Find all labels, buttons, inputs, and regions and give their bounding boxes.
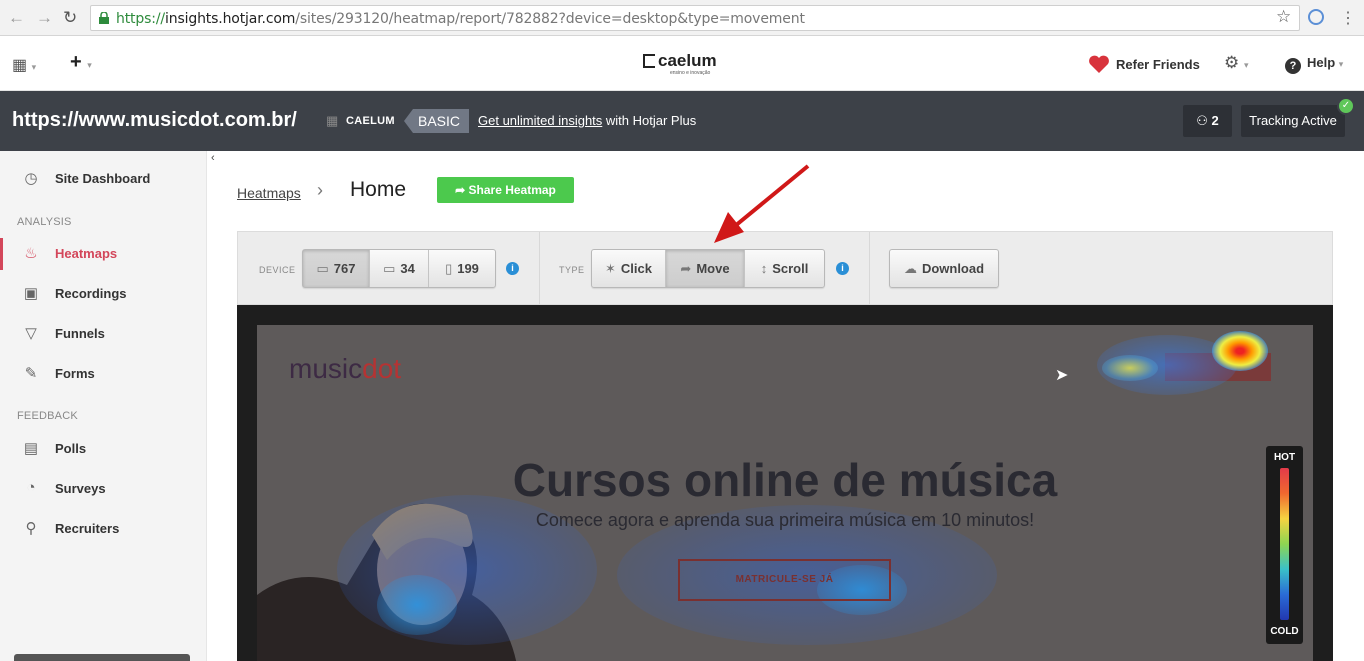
device-label: DEVICE [259, 265, 296, 275]
app-header: ▦ ▾ + ▾ caelum ensino e inovação Refer F… [0, 37, 1364, 91]
legend-cold-label: COLD [1270, 626, 1299, 637]
add-icon[interactable]: + ▾ [70, 51, 92, 74]
section-analysis: ANALYSIS [17, 216, 72, 228]
back-icon[interactable]: ← [8, 8, 25, 28]
flame-icon: ♨ [24, 245, 38, 262]
share-icon: ➦ [455, 183, 466, 197]
building-icon: ▦ [326, 113, 339, 128]
tracking-status-button[interactable]: Tracking Active [1241, 105, 1345, 137]
type-info-icon[interactable]: i [836, 262, 849, 275]
desktop-icon: ▭ [316, 261, 329, 276]
heat-blob [377, 575, 457, 635]
org-name: CAELUM [346, 115, 395, 127]
cursor-move-icon: ➦ [680, 261, 692, 276]
help-icon: ? [1285, 58, 1301, 74]
browser-toolbar: ← → ↻ https://insights.hotjar.com/sites/… [0, 0, 1364, 36]
help-button[interactable]: ? Help ▾ [1285, 55, 1343, 74]
musicdot-logo: musicdot [289, 353, 402, 384]
device-info-icon[interactable]: i [506, 262, 519, 275]
site-bar: https://www.musicdot.com.br/ ▦ CAELUM BA… [0, 91, 1364, 151]
hero-cta-button: MATRICULE-SE JÁ [678, 559, 891, 601]
mouse-cursor-icon: ➤ [1055, 367, 1069, 384]
click-icon: ✶ [605, 261, 616, 276]
site-url[interactable]: https://www.musicdot.com.br/ [12, 109, 297, 132]
forward-icon[interactable]: → [36, 8, 53, 28]
video-camera-icon: ▣ [23, 285, 39, 302]
logo-tagline: ensino e inovação [670, 70, 711, 76]
sidebar: ◷ Site Dashboard ANALYSIS ♨ Heatmaps ▣ R… [0, 151, 207, 661]
tablet-icon: ▭ [383, 261, 396, 276]
menu-icon[interactable]: ⋮ [1340, 8, 1356, 28]
bar-chart-icon: ▤ [23, 440, 39, 457]
mobile-device-button[interactable]: ▯ 199 [429, 250, 495, 287]
click-type-button[interactable]: ✶ Click [592, 250, 666, 287]
legend-hot-label: HOT [1273, 452, 1296, 463]
move-type-button[interactable]: ➦ Move [666, 250, 745, 287]
form-edit-icon: ✎ [24, 365, 38, 382]
mobile-icon: ▯ [445, 261, 453, 276]
dashboard-gauge-icon: ◷ [24, 170, 38, 187]
pie-chart-icon: ◔ [26, 479, 36, 496]
legend-gradient-bar [1280, 468, 1289, 620]
sidebar-item-forms[interactable]: ✎ Forms [0, 354, 207, 394]
sidebar-item-heatmaps[interactable]: ♨ Heatmaps [0, 234, 207, 274]
reload-icon[interactable]: ↻ [63, 8, 77, 28]
sidebar-item-surveys[interactable]: ◔ Surveys [0, 469, 207, 509]
chevron-right-icon: › [317, 180, 323, 200]
sidebar-item-recruiters[interactable]: ⚲ Recruiters [0, 509, 207, 549]
download-button[interactable]: ☁ Download [890, 250, 998, 287]
star-icon[interactable]: ☆ [1276, 7, 1291, 27]
heat-legend: HOT COLD [1266, 446, 1303, 644]
type-label: TYPE [559, 265, 585, 275]
desktop-device-button[interactable]: ▭ 767 [303, 250, 370, 287]
section-feedback: FEEDBACK [17, 410, 78, 422]
extension-icon[interactable] [1308, 9, 1324, 25]
heat-blob [1102, 355, 1158, 381]
sidebar-item-polls[interactable]: ▤ Polls [0, 429, 207, 469]
tablet-device-button[interactable]: ▭ 34 [370, 250, 429, 287]
share-heatmap-button[interactable]: ➦ Share Heatmap [437, 177, 574, 203]
address-bar[interactable]: https://insights.hotjar.com/sites/293120… [90, 5, 1300, 31]
org-logo: caelum [643, 51, 717, 71]
check-icon: ✓ [1337, 97, 1355, 115]
plan-badge: BASIC [404, 109, 470, 133]
lock-icon [99, 12, 109, 24]
scroll-type-button[interactable]: ↕ Scroll [745, 250, 824, 287]
collapse-sidebar-icon[interactable]: ‹ [211, 152, 215, 164]
heart-icon [1089, 55, 1109, 73]
sidebar-bottom-widget[interactable] [14, 654, 190, 661]
heatmap-page-preview[interactable]: musicdot Cursos online de música Comece … [257, 325, 1313, 661]
url-text: https://insights.hotjar.com/sites/293120… [116, 11, 805, 27]
settings-gear-icon[interactable]: ⚙ ▾ [1224, 53, 1249, 73]
type-selector: ✶ Click ➦ Move ↕ Scroll [591, 249, 825, 288]
device-selector: ▭ 767 ▭ 34 ▯ 199 [302, 249, 496, 288]
heat-hotspot [1212, 331, 1268, 371]
upgrade-link[interactable]: Get unlimited insights with Hotjar Plus [478, 113, 696, 128]
page-title: Home [350, 178, 407, 201]
sidebar-item-funnels[interactable]: ▽ Funnels [0, 314, 207, 354]
user-icon: ⚲ [25, 520, 37, 537]
sidebar-item-site-dashboard[interactable]: ◷ Site Dashboard [0, 159, 207, 199]
sidebar-item-recordings[interactable]: ▣ Recordings [0, 274, 207, 314]
breadcrumb-heatmaps-link[interactable]: Heatmaps [237, 185, 301, 201]
funnel-icon: ▽ [25, 325, 37, 342]
refer-friends-button[interactable]: Refer Friends [1088, 54, 1200, 74]
hero-title: Cursos online de música [512, 454, 1058, 506]
cloud-download-icon: ☁ [903, 261, 917, 276]
hero-subtitle: Comece agora e aprenda sua primeira músi… [535, 510, 1035, 530]
scroll-icon: ↕ [760, 261, 768, 276]
download-button-group: ☁ Download [889, 249, 999, 288]
team-users-button[interactable]: ⚇ 2 [1183, 105, 1232, 137]
heatmap-toolbar: DEVICE ▭ 767 ▭ 34 ▯ 199 i TYPE ✶ Click ➦ Move… [237, 231, 1333, 305]
users-icon: ⚇ [1196, 113, 1208, 128]
organization-icon[interactable]: ▦ ▾ [12, 55, 36, 75]
